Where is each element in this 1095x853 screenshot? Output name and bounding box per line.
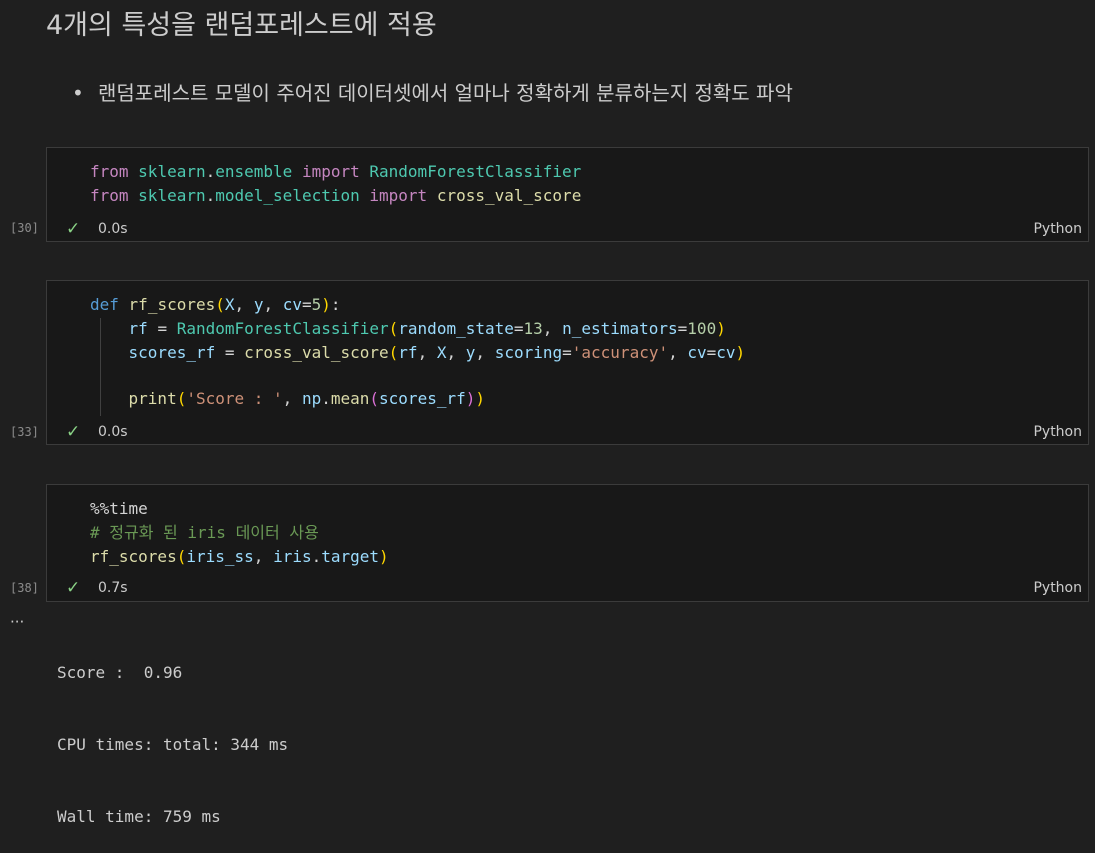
code-line[interactable]: from sklearn.ensemble import RandomFores…: [90, 160, 581, 184]
code-line[interactable]: from sklearn.model_selection import cros…: [90, 184, 581, 208]
code-line[interactable]: # 정규화 된 iris 데이터 사용: [90, 521, 389, 545]
code-cell-2[interactable]: def rf_scores(X, y, cv=5): rf = RandomFo…: [46, 280, 1089, 445]
output-line: CPU times: total: 344 ms: [57, 735, 289, 754]
code-editor[interactable]: def rf_scores(X, y, cv=5): rf = RandomFo…: [90, 293, 745, 411]
code-line[interactable]: %%time: [90, 497, 389, 521]
code-line[interactable]: rf_scores(iris_ss, iris.target): [90, 545, 389, 569]
code-line[interactable]: rf = RandomForestClassifier(random_state…: [90, 317, 745, 341]
code-editor[interactable]: from sklearn.ensemble import RandomFores…: [90, 160, 581, 208]
code-line[interactable]: scores_rf = cross_val_score(rf, X, y, sc…: [90, 341, 746, 365]
execution-count: [38]: [10, 581, 39, 595]
check-icon: ✓: [66, 578, 81, 598]
code-cell-3[interactable]: %%time # 정규화 된 iris 데이터 사용 rf_scores(iris_…: [46, 484, 1089, 602]
language-selector[interactable]: Python: [1033, 422, 1082, 442]
code-line[interactable]: [90, 365, 745, 387]
language-selector[interactable]: Python: [1033, 219, 1082, 239]
cell-output: Score : 0.96 CPU times: total: 344 ms Wa…: [57, 613, 288, 853]
execution-count: [30]: [10, 221, 39, 235]
code-editor[interactable]: %%time # 정규화 된 iris 데이터 사용 rf_scores(iris_…: [90, 497, 389, 569]
code-cell-1[interactable]: from sklearn.ensemble import RandomFores…: [46, 147, 1089, 242]
output-line: Score : 0.96: [57, 663, 183, 682]
list-item: 랜덤포레스트 모델이 주어진 데이터셋에서 얼마나 정확하게 분류하는지 정확도…: [98, 81, 793, 105]
execution-count: [33]: [10, 425, 39, 439]
execution-time: 0.0s: [98, 424, 128, 440]
check-icon: ✓: [66, 422, 81, 442]
execution-time: 0.0s: [98, 221, 128, 237]
bullet-icon: •: [72, 81, 84, 105]
check-icon: ✓: [66, 219, 81, 239]
code-line[interactable]: print('Score : ', np.mean(scores_rf)): [90, 387, 745, 411]
output-line: Wall time: 759 ms: [57, 807, 221, 826]
markdown-heading: 4개의 특성을 랜덤포레스트에 적용: [46, 10, 437, 41]
output-more-button[interactable]: ···: [10, 612, 24, 632]
language-selector[interactable]: Python: [1033, 578, 1082, 598]
markdown-list: • 랜덤포레스트 모델이 주어진 데이터셋에서 얼마나 정확하게 분류하는지 정확…: [72, 78, 793, 108]
code-line[interactable]: def rf_scores(X, y, cv=5):: [90, 293, 745, 317]
execution-time: 0.7s: [98, 580, 128, 596]
